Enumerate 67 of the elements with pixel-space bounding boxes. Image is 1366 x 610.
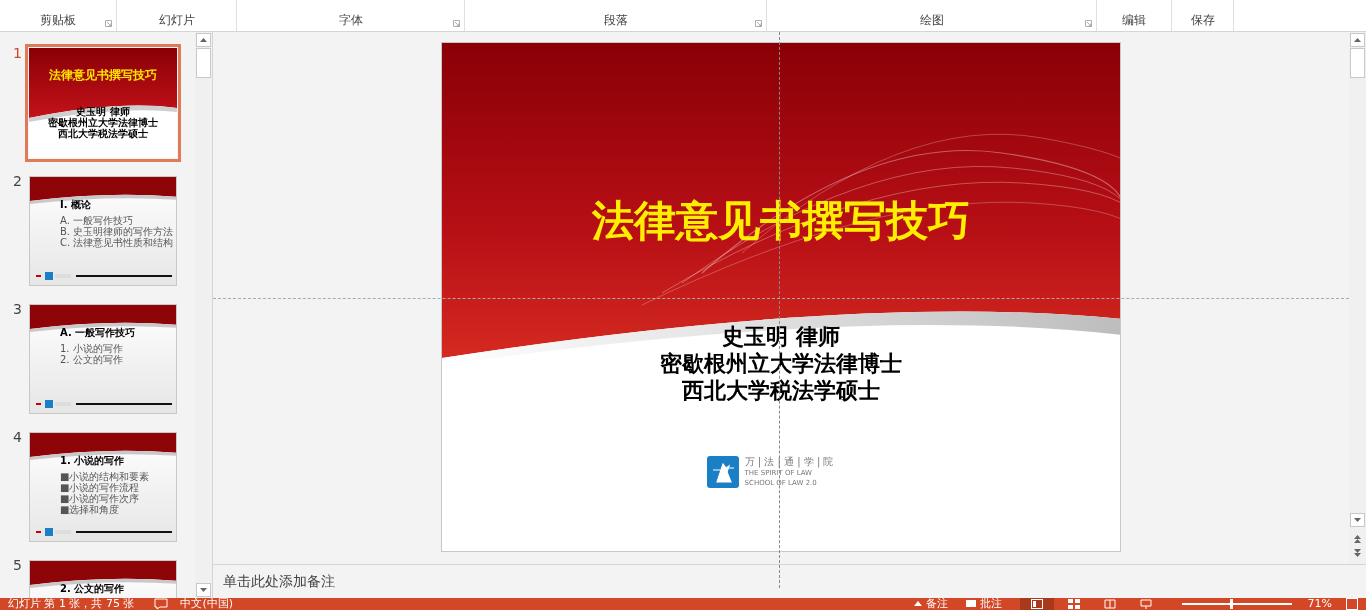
thumbnail-text: ■小说的结构和要素 xyxy=(60,471,151,482)
thumbnail-text: 史玉明 律师 xyxy=(76,106,130,117)
zoom-slider-thumb[interactable] xyxy=(1229,599,1233,609)
thumbnail-text: ■小说的写作流程 xyxy=(60,482,140,493)
slide-number: 3 xyxy=(12,302,23,316)
slide-thumbnail[interactable]: I. 概论 A. 一般写作技巧 B. 史玉明律师的写作方法 C. 法律意见书性质和结构 xyxy=(29,176,177,286)
previous-slide-icon[interactable] xyxy=(1353,534,1362,544)
fit-to-window-icon[interactable] xyxy=(1346,598,1358,610)
scroll-thumb[interactable] xyxy=(196,48,212,78)
thumbnail-text: 2. 公文的写作 xyxy=(60,354,124,365)
dialog-launcher-icon[interactable] xyxy=(1085,20,1092,27)
scrollbar[interactable] xyxy=(195,32,212,598)
slide-sorter-icon[interactable] xyxy=(1067,599,1080,609)
normal-view-button[interactable] xyxy=(1019,598,1054,610)
slide-subtitle: 西北大学税法学硕士 xyxy=(682,377,880,404)
ribbon-group-label: 段落 xyxy=(603,13,628,27)
dialog-launcher-icon[interactable] xyxy=(755,20,762,27)
thumbnail-text: 1. 小说的写作 xyxy=(60,343,124,354)
thumbnail-text: C. 法律意见书性质和结构 xyxy=(60,237,175,248)
ribbon-group-label: 编辑 xyxy=(1122,13,1146,27)
thumbnail-title: A. 一般写作技巧 xyxy=(60,327,137,339)
ribbon-group-label: 绘图 xyxy=(919,13,944,27)
slide-thumbnail[interactable]: 2. 公文的写作 xyxy=(29,560,177,598)
slideshow-icon[interactable] xyxy=(1139,599,1152,609)
slide-thumbnail[interactable]: A. 一般写作技巧 1. 小说的写作 2. 公文的写作 xyxy=(29,304,177,414)
thumbnail-text: B. 史玉明律师的写作方法 xyxy=(60,226,175,237)
scroll-down-icon[interactable] xyxy=(196,583,212,597)
slide-counter: 幻灯片 第 1 张，共 75 张 xyxy=(8,598,135,610)
ribbon-group-label: 剪贴板 xyxy=(40,13,76,27)
scroll-up-icon[interactable] xyxy=(1350,33,1365,47)
slide-subtitle: 密歇根州立大学法律博士 xyxy=(660,350,902,377)
dialog-launcher-icon[interactable] xyxy=(105,20,112,27)
justice-logo-icon xyxy=(706,456,739,488)
scroll-thumb[interactable] xyxy=(1350,48,1365,78)
reading-view-icon[interactable] xyxy=(1103,599,1116,609)
thumbnail-text: ■小说的写作次序 xyxy=(60,493,141,504)
comment-icon xyxy=(965,599,976,609)
ribbon-group-label: 保存 xyxy=(1190,13,1215,27)
ribbon-group-label: 字体 xyxy=(338,13,363,27)
thumbnail-title: 法律意见书撰写技巧 xyxy=(49,68,157,82)
dialog-launcher-icon[interactable] xyxy=(453,20,460,27)
slide-number: 2 xyxy=(12,174,23,188)
thumbnail-title: 2. 公文的写作 xyxy=(60,583,126,595)
slide-number: 4 xyxy=(12,430,23,444)
thumbnail-title: I. 概论 xyxy=(60,199,92,211)
zoom-level[interactable]: 71% xyxy=(1307,598,1332,610)
thumbnail-text: 密歇根州立大学法律博士 xyxy=(48,117,158,128)
notes-field[interactable]: 单击此处添加备注 xyxy=(223,571,623,592)
slide-title: 法律意见书撰写技巧 xyxy=(592,195,970,247)
ribbon-group-label: 幻灯片 xyxy=(158,13,195,27)
slide-number: 1 xyxy=(12,46,23,60)
slide-number: 5 xyxy=(12,558,23,572)
thumbnail-text: ■选择和角度 xyxy=(60,504,120,515)
comments-button[interactable]: 批注 xyxy=(965,598,1002,610)
notes-button[interactable]: 备注 xyxy=(913,598,948,610)
scrollbar[interactable] xyxy=(1349,32,1366,528)
next-slide-icon[interactable] xyxy=(1353,548,1362,558)
scroll-up-icon[interactable] xyxy=(196,33,212,47)
language-indicator[interactable]: 中文(中国) xyxy=(180,598,234,610)
notes-icon xyxy=(913,600,922,608)
thumbnail-text: 西北大学税法学硕士 xyxy=(58,128,148,139)
slide-subtitle: 史玉明 律师 xyxy=(722,323,840,350)
thumbnail-title: 1. 小说的写作 xyxy=(60,455,126,467)
proofing-icon[interactable] xyxy=(154,598,169,610)
thumbnail-text: A. 一般写作技巧 xyxy=(60,215,135,226)
scroll-down-icon[interactable] xyxy=(1350,513,1365,527)
slide-thumbnail[interactable]: 1. 小说的写作 ■小说的结构和要素 ■小说的写作流程 ■小说的写作次序 ■选择和角度 xyxy=(29,432,177,542)
